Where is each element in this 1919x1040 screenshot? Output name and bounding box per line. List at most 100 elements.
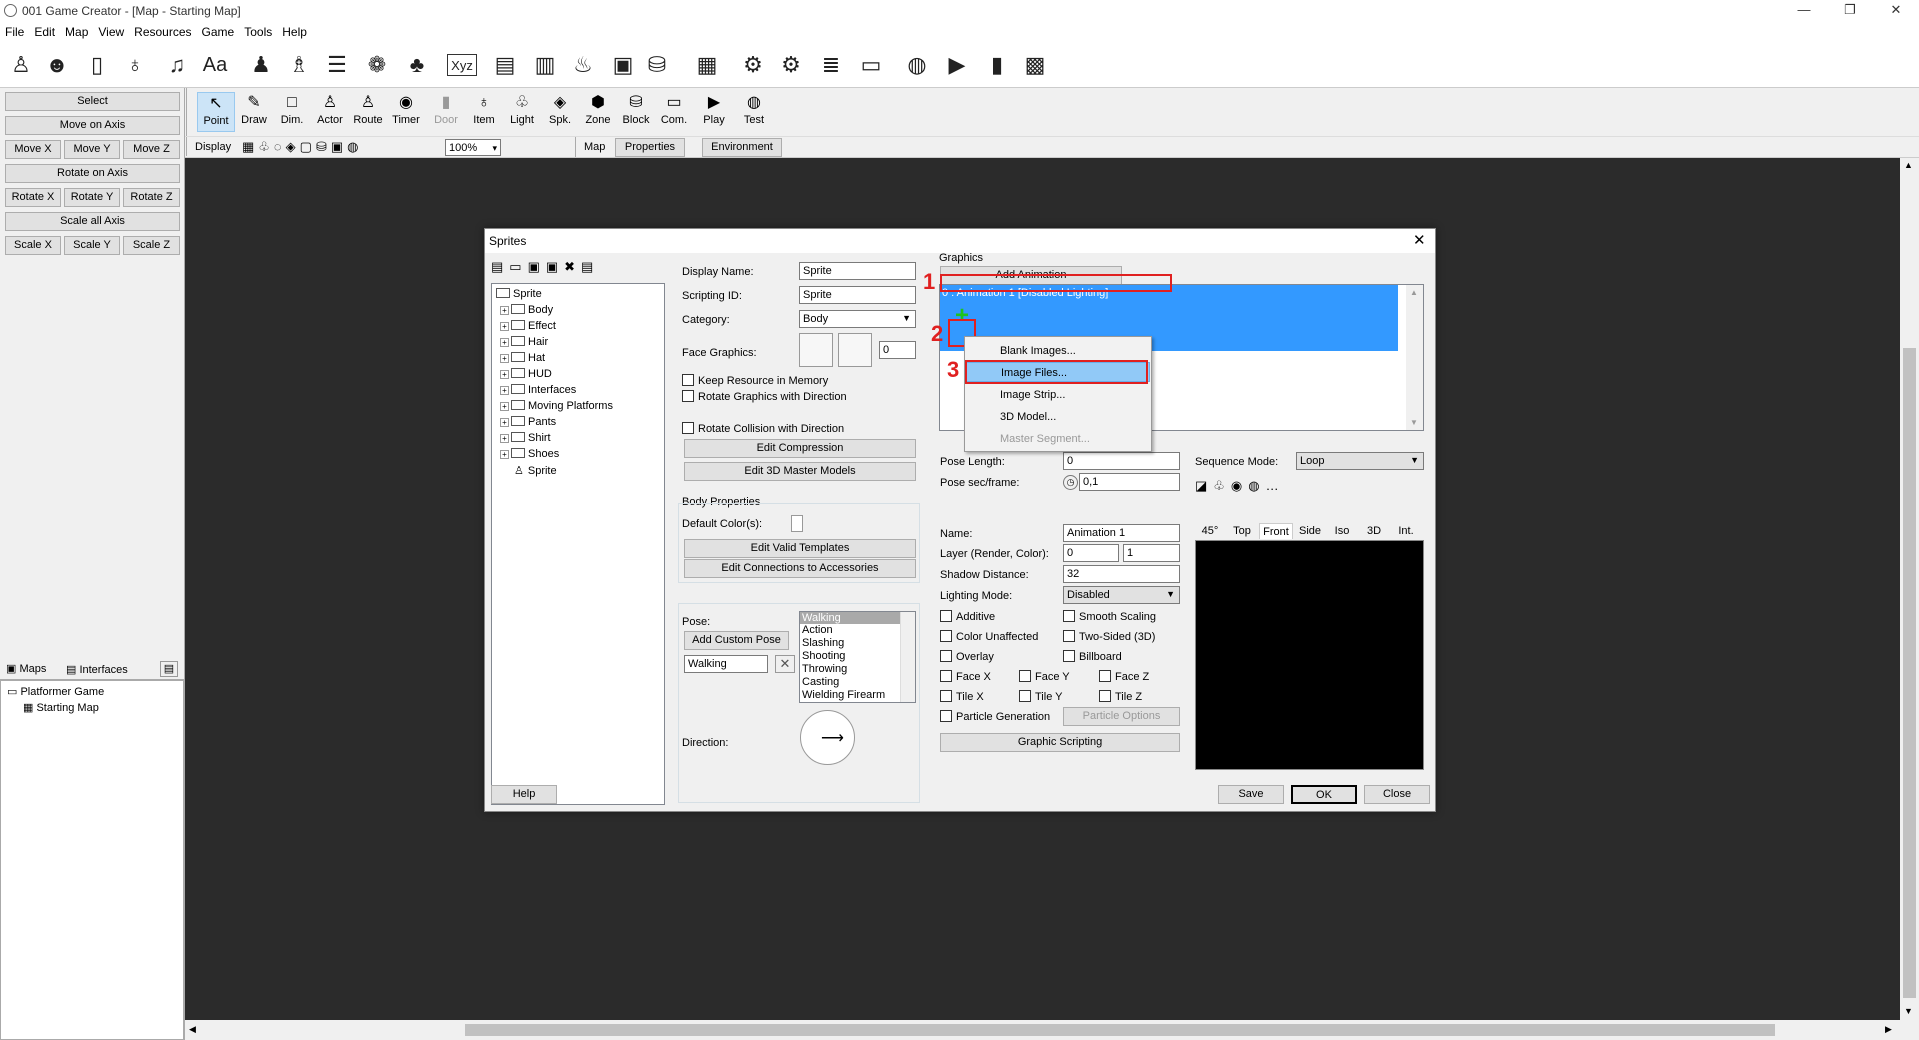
tab-int[interactable]: Int.	[1391, 523, 1421, 539]
preview-toolbar-icons[interactable]: ◪♧◉◍…	[1195, 478, 1285, 494]
billboard-checkbox[interactable]: Billboard	[1063, 650, 1122, 663]
properties-button[interactable]: Properties	[615, 138, 685, 157]
keep-resource-checkbox[interactable]: Keep Resource in Memory	[682, 374, 828, 387]
tool-draw[interactable]: ✎ Draw	[235, 92, 273, 132]
face-graphic-slot-2[interactable]	[838, 333, 872, 367]
tool-item[interactable]: ♁ Item	[465, 92, 503, 132]
scroll-right-icon[interactable]: ▶	[1885, 1024, 1892, 1035]
menu-game[interactable]: Game	[197, 22, 240, 42]
minimize-button[interactable]: —	[1781, 0, 1827, 22]
scripting-id-input[interactable]: Sprite	[799, 286, 916, 304]
pose-list-item[interactable]: Walking	[800, 612, 915, 624]
shadow-distance-input[interactable]: 32	[1063, 565, 1180, 583]
scale-all-axis-button[interactable]: Scale all Axis	[5, 212, 180, 231]
tab-top[interactable]: Top	[1227, 523, 1257, 539]
tab-iso[interactable]: Iso	[1327, 523, 1357, 539]
font-icon[interactable]: Aa	[198, 48, 232, 82]
globe-icon[interactable]: ◍	[900, 48, 934, 82]
menu-help[interactable]: Help	[277, 22, 312, 42]
tree-leaf-sprite[interactable]: ♙ Sprite	[514, 464, 557, 477]
tab-interfaces[interactable]: ▤ Interfaces	[66, 663, 128, 676]
group-icon[interactable]: ♟	[244, 48, 278, 82]
edit-connections-button[interactable]: Edit Connections to Accessories	[684, 559, 916, 578]
move-y-button[interactable]: Move Y	[64, 140, 120, 159]
class-icon[interactable]: ♣	[400, 48, 434, 82]
color-unaffected-checkbox[interactable]: Color Unaffected	[940, 630, 1038, 643]
edit-valid-templates-button[interactable]: Edit Valid Templates	[684, 539, 916, 558]
tool-comment[interactable]: ▭ Com.	[655, 92, 693, 132]
tab-3d[interactable]: 3D	[1359, 523, 1389, 539]
card-icon[interactable]: ▤	[488, 48, 522, 82]
rotate-collision-checkbox[interactable]: Rotate Collision with Direction	[682, 422, 844, 435]
tree-folder[interactable]: + Shirt	[500, 432, 551, 444]
pose-list-item[interactable]: Casting	[800, 676, 915, 689]
scale-y-button[interactable]: Scale Y	[64, 236, 120, 255]
brain-icon[interactable]: ❁	[360, 48, 394, 82]
move-x-button[interactable]: Move X	[5, 140, 61, 159]
scroll-down-icon[interactable]: ▼	[1904, 1006, 1913, 1016]
tool-zone[interactable]: ⬢ Zone	[579, 92, 617, 132]
tree-folder[interactable]: + HUD	[500, 368, 552, 380]
tree-folder[interactable]: + Shoes	[500, 448, 559, 460]
music-icon[interactable]: ♫	[160, 48, 194, 82]
scroll-thumb[interactable]	[1903, 348, 1916, 998]
rotate-x-button[interactable]: Rotate X	[5, 188, 61, 207]
face-graphic-slot-1[interactable]	[799, 333, 833, 367]
text-list-icon[interactable]: ≣	[814, 48, 848, 82]
tree-item-platformer-game[interactable]: ▭ Platformer Game	[7, 685, 104, 698]
menu-edit[interactable]: Edit	[29, 22, 60, 42]
list-icon[interactable]: ☰	[320, 48, 354, 82]
tool-route[interactable]: ♙ Route	[349, 92, 387, 132]
edit-3d-master-models-button[interactable]: Edit 3D Master Models	[684, 462, 916, 481]
scroll-down-icon[interactable]: ▼	[1410, 418, 1418, 427]
tool-test[interactable]: ◍ Test	[735, 92, 773, 132]
help-button[interactable]: Help	[491, 785, 557, 804]
smooth-scaling-checkbox[interactable]: Smooth Scaling	[1063, 610, 1156, 623]
tab-maps[interactable]: ▣ Maps	[6, 662, 46, 675]
scale-x-button[interactable]: Scale X	[5, 236, 61, 255]
lighting-mode-select[interactable]: Disabled ▼	[1063, 586, 1180, 604]
hscroll-thumb[interactable]	[465, 1024, 1775, 1036]
default-color-swatch[interactable]	[791, 515, 803, 532]
maximize-button[interactable]: ❐	[1827, 0, 1873, 22]
face-graphics-input[interactable]: 0	[879, 341, 916, 359]
tile-z-checkbox[interactable]: Tile Z	[1099, 690, 1142, 703]
tree-root[interactable]: Sprite	[496, 288, 542, 300]
face-y-checkbox[interactable]: Face Y	[1019, 670, 1070, 683]
tree-folder[interactable]: + Effect	[500, 320, 556, 332]
item-bag-icon[interactable]: ♁	[118, 48, 152, 82]
pose-list[interactable]: Walking Action Slashing Shooting Throwin…	[799, 611, 916, 703]
notes-icon[interactable]: ▥	[528, 48, 562, 82]
tool-timer[interactable]: ◉ Timer	[387, 92, 425, 132]
tile-x-checkbox[interactable]: Tile X	[940, 690, 984, 703]
edit-compression-button[interactable]: Edit Compression	[684, 439, 916, 458]
variables-icon[interactable]: Xyz	[447, 54, 477, 76]
tree-toolbar-icons[interactable]: ▤▭▣▣✖▤	[491, 259, 599, 275]
ok-button[interactable]: OK	[1291, 785, 1357, 804]
gears-icon[interactable]: ⚙	[774, 48, 808, 82]
sequence-mode-select[interactable]: Loop ▼	[1296, 452, 1424, 470]
additive-checkbox[interactable]: Additive	[940, 610, 995, 623]
person-icon[interactable]: ♗	[282, 48, 316, 82]
menu-item-blank-images[interactable]: Blank Images...	[966, 341, 1150, 361]
zoom-select[interactable]: 100% ▾	[445, 139, 501, 156]
anim-name-input[interactable]: Animation 1	[1063, 524, 1180, 542]
tool-play[interactable]: ▶ Play	[695, 92, 733, 132]
save-button[interactable]: Save	[1218, 785, 1284, 804]
tool-block[interactable]: ⛁ Block	[617, 92, 655, 132]
tool-dim[interactable]: □ Dim.	[273, 92, 311, 132]
menu-tools[interactable]: Tools	[239, 22, 277, 42]
face-x-checkbox[interactable]: Face X	[940, 670, 991, 683]
character-icon[interactable]: ☻	[40, 48, 74, 82]
rotate-y-button[interactable]: Rotate Y	[64, 188, 120, 207]
document-icon[interactable]: ▦	[690, 48, 724, 82]
actor-icon[interactable]: ♙	[4, 48, 38, 82]
move-z-button[interactable]: Move Z	[123, 140, 180, 159]
select-button[interactable]: Select	[5, 92, 180, 111]
menu-item-3d-model[interactable]: 3D Model...	[966, 407, 1150, 427]
menu-map[interactable]: Map	[60, 22, 93, 42]
tree-folder[interactable]: + Hair	[500, 336, 548, 348]
delete-pose-icon[interactable]: ✕	[775, 655, 795, 673]
tree-item-starting-map[interactable]: ▦ Starting Map	[23, 701, 99, 714]
move-on-axis-button[interactable]: Move on Axis	[5, 116, 180, 135]
